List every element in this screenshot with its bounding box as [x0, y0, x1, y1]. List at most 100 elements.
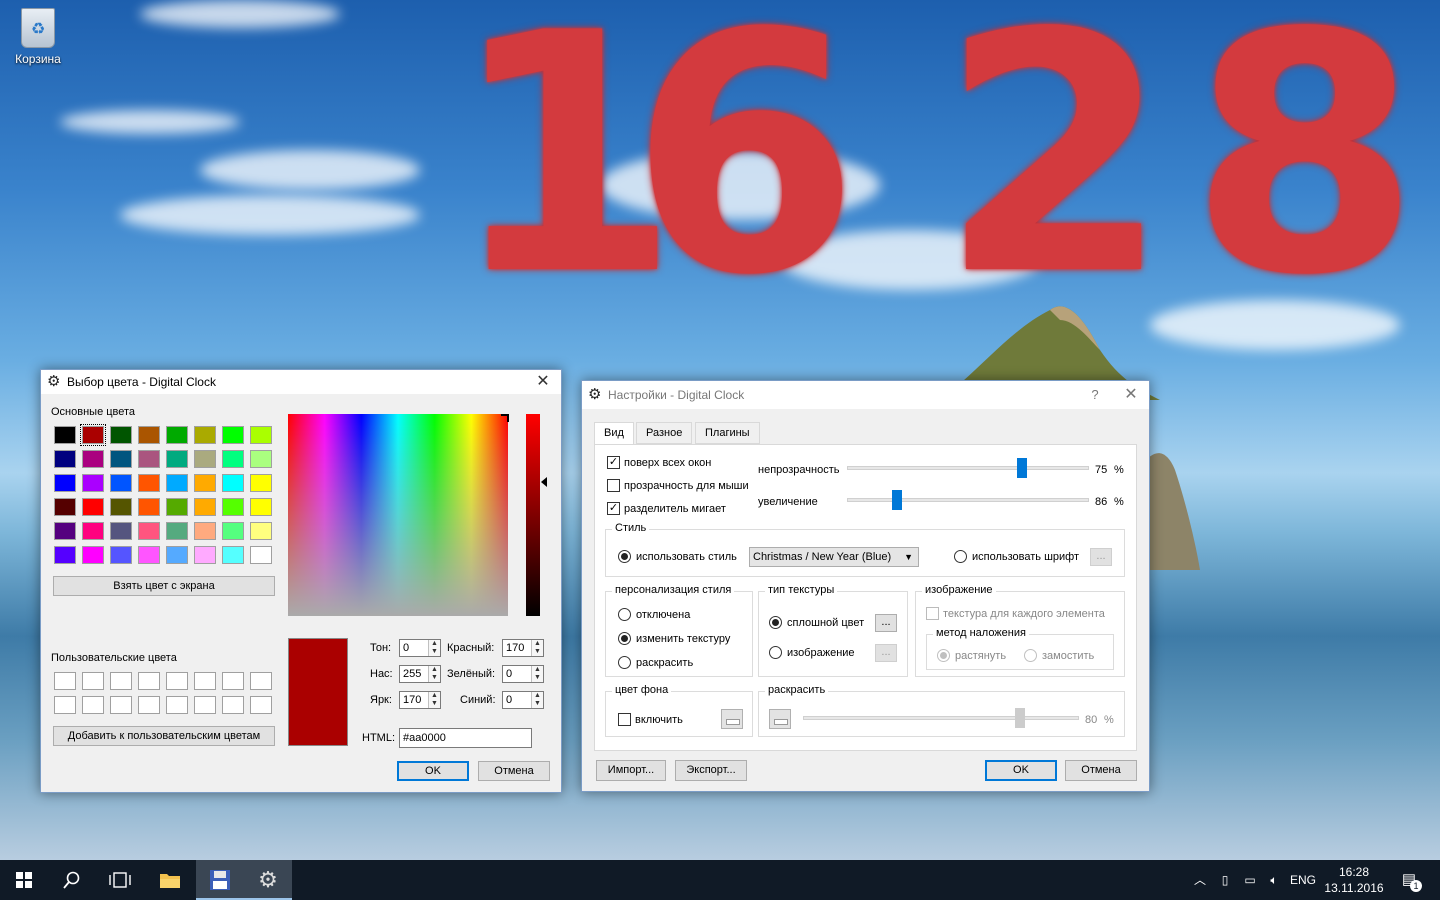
basic-color-swatch[interactable] [222, 498, 244, 516]
basic-color-swatch[interactable] [250, 522, 272, 540]
settings-ok-button[interactable]: OK [985, 760, 1057, 781]
texture-per-element-checkbox[interactable] [926, 607, 939, 620]
basic-color-swatch[interactable] [250, 474, 272, 492]
custom-color-swatch[interactable] [138, 672, 160, 690]
custom-color-swatch[interactable] [82, 672, 104, 690]
custom-color-swatch[interactable] [138, 696, 160, 714]
tile-radio[interactable] [1024, 649, 1037, 662]
opacity-slider-track[interactable] [847, 466, 1089, 470]
custom-color-swatch[interactable] [82, 696, 104, 714]
close-icon[interactable]: ✕ [525, 370, 561, 394]
basic-color-swatch[interactable] [194, 474, 216, 492]
custom-color-swatch[interactable] [54, 672, 76, 690]
custom-color-swatch[interactable] [222, 696, 244, 714]
color-cancel-button[interactable]: Отмена [478, 761, 550, 781]
style-select[interactable]: Christmas / New Year (Blue) ▼ [749, 547, 919, 567]
basic-color-swatch[interactable] [138, 426, 160, 444]
show-hidden-icons-button[interactable]: ︿ [1188, 860, 1212, 900]
volume-icon[interactable]: 🔈︎ [1262, 860, 1286, 900]
settings-dialog-titlebar[interactable]: ⚙ Настройки - Digital Clock ? ✕ [582, 381, 1149, 409]
digital-clock-taskbar-button[interactable]: ⚙ [244, 860, 292, 900]
value-pointer-icon[interactable] [541, 477, 547, 487]
background-enable-checkbox[interactable] [618, 713, 631, 726]
basic-color-swatch[interactable] [194, 498, 216, 516]
basic-color-swatch[interactable] [138, 546, 160, 564]
custom-color-swatch[interactable] [166, 672, 188, 690]
basic-color-swatch[interactable] [194, 426, 216, 444]
start-button[interactable] [0, 860, 48, 900]
basic-color-swatch[interactable] [194, 522, 216, 540]
basic-color-swatch[interactable] [110, 546, 132, 564]
sat-spinbox[interactable]: 255 ▲ ▼ [399, 665, 441, 683]
hue-spinbox[interactable]: 0 ▲ ▼ [399, 639, 441, 657]
language-indicator[interactable]: ENG [1288, 860, 1318, 900]
custom-color-swatch[interactable] [250, 696, 272, 714]
clock-area[interactable]: 16:28 13.11.2016 [1320, 860, 1388, 900]
image-radio[interactable] [769, 646, 782, 659]
tab-view[interactable]: Вид [594, 422, 634, 445]
basic-color-swatch[interactable] [194, 546, 216, 564]
basic-color-swatch[interactable] [110, 426, 132, 444]
recycle-bin[interactable]: Корзина [8, 8, 68, 66]
basic-color-swatch[interactable] [82, 546, 104, 564]
basic-color-swatch[interactable] [166, 474, 188, 492]
basic-color-swatch[interactable] [82, 474, 104, 492]
basic-color-swatch[interactable] [222, 450, 244, 468]
basic-color-swatch[interactable] [54, 546, 76, 564]
basic-color-swatch[interactable] [138, 498, 160, 516]
help-icon[interactable]: ? [1077, 383, 1113, 407]
custom-color-swatch[interactable] [166, 696, 188, 714]
custom-color-swatch[interactable] [222, 672, 244, 690]
usb-icon[interactable]: ▯ [1214, 860, 1236, 900]
spin-arrows-icon[interactable]: ▲ ▼ [531, 692, 543, 708]
opacity-slider-thumb[interactable] [1017, 458, 1027, 478]
font-browse-button[interactable]: ... [1090, 548, 1112, 566]
spin-arrows-icon[interactable]: ▲ ▼ [428, 640, 440, 656]
file-explorer-button[interactable] [146, 860, 194, 900]
val-spinbox[interactable]: 170 ▲ ▼ [399, 691, 441, 709]
tab-plugins[interactable]: Плагины [695, 422, 760, 444]
import-button[interactable]: Импорт... [596, 760, 666, 781]
basic-color-swatch[interactable] [222, 522, 244, 540]
basic-color-swatch[interactable] [138, 474, 160, 492]
basic-color-swatch[interactable] [166, 522, 188, 540]
notifications-button[interactable]: ▤ 1 [1392, 860, 1426, 900]
colorize-color-button[interactable] [769, 709, 791, 729]
stretch-radio[interactable] [937, 649, 950, 662]
color-dialog-titlebar[interactable]: ⚙ Выбор цвета - Digital Clock ✕ [41, 370, 561, 394]
background-color-button[interactable] [721, 709, 743, 729]
hue-saturation-field[interactable] [288, 414, 508, 616]
green-spinbox[interactable]: 0 ▲ ▼ [502, 665, 544, 683]
spin-arrows-icon[interactable]: ▲ ▼ [428, 692, 440, 708]
spin-arrows-icon[interactable]: ▲ ▼ [531, 640, 543, 656]
close-icon[interactable]: ✕ [1113, 383, 1149, 407]
solid-color-radio[interactable] [769, 616, 782, 629]
basic-color-swatch[interactable] [82, 498, 104, 516]
image-browse-button[interactable]: ... [875, 644, 897, 662]
opt-disabled-radio[interactable] [618, 608, 631, 621]
use-font-radio[interactable] [954, 550, 967, 563]
basic-color-swatch[interactable] [138, 450, 160, 468]
tab-misc[interactable]: Разное [636, 422, 693, 444]
basic-color-swatch[interactable] [166, 546, 188, 564]
basic-color-swatch[interactable] [54, 450, 76, 468]
basic-color-swatch[interactable] [222, 546, 244, 564]
add-custom-color-button[interactable]: Добавить к пользовательским цветам [53, 726, 275, 746]
use-style-radio[interactable] [618, 550, 631, 563]
basic-color-swatch[interactable] [166, 426, 188, 444]
spin-arrows-icon[interactable]: ▲ ▼ [428, 666, 440, 682]
custom-color-swatch[interactable] [110, 672, 132, 690]
export-button[interactable]: Экспорт... [675, 760, 747, 781]
basic-color-swatch[interactable] [250, 546, 272, 564]
basic-color-swatch[interactable] [222, 426, 244, 444]
basic-color-swatch[interactable] [110, 474, 132, 492]
basic-color-swatch[interactable] [250, 450, 272, 468]
opt-colorize-radio[interactable] [618, 656, 631, 669]
blue-spinbox[interactable]: 0 ▲ ▼ [502, 691, 544, 709]
basic-color-swatch[interactable] [250, 426, 272, 444]
custom-color-swatch[interactable] [54, 696, 76, 714]
basic-color-swatch[interactable] [110, 450, 132, 468]
stay-on-top-checkbox[interactable]: ✓ [607, 456, 620, 469]
custom-color-swatch[interactable] [110, 696, 132, 714]
basic-color-swatch[interactable] [110, 498, 132, 516]
